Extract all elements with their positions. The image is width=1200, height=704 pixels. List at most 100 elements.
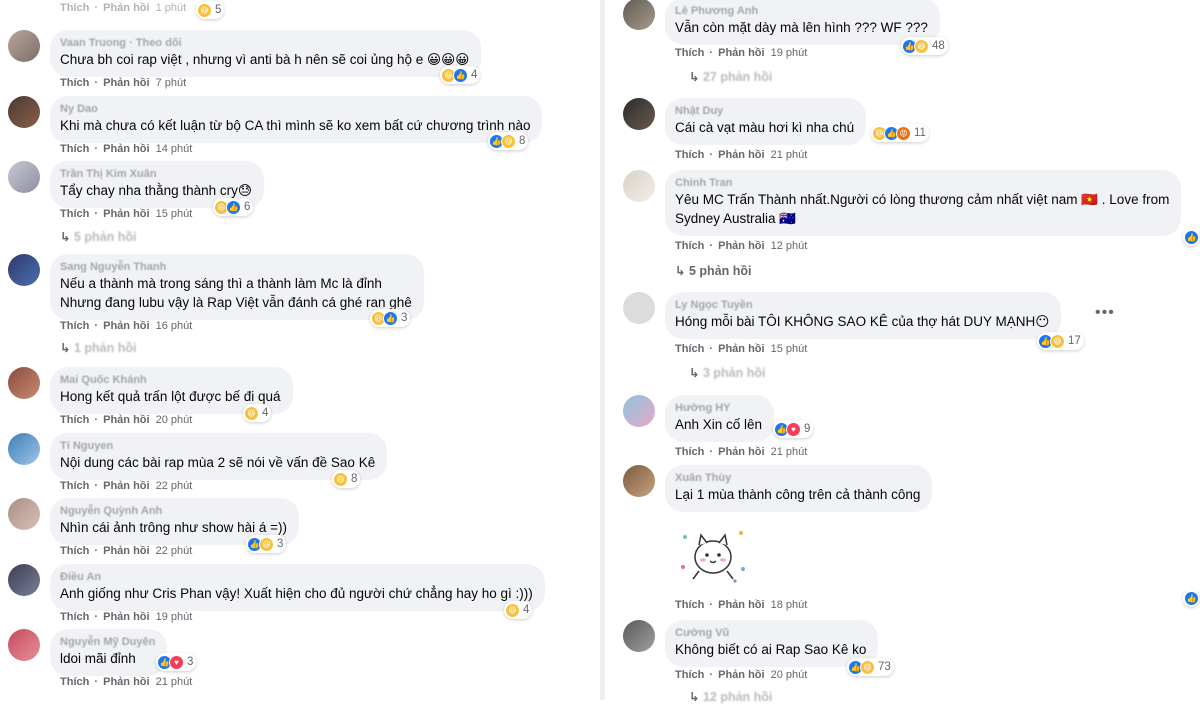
like-link[interactable]: Thích <box>60 143 89 155</box>
reply-link[interactable]: Phản hồi <box>718 240 764 252</box>
like-link[interactable]: Thích <box>675 240 704 252</box>
author-name[interactable]: Chinh Tran <box>675 176 1169 190</box>
like-link[interactable]: Thích <box>675 669 704 681</box>
reaction-count: 8 <box>519 135 526 147</box>
reaction-summary[interactable]: 😆 8 <box>332 470 361 488</box>
reaction-summary[interactable]: 😆 👍 3 <box>370 309 411 327</box>
like-link[interactable]: Thích <box>675 446 704 458</box>
avatar[interactable] <box>8 433 40 465</box>
reaction-summary[interactable]: 😆 👍 6 <box>213 198 254 216</box>
reply-link[interactable]: Phản hồi <box>103 480 149 492</box>
more-options-icon[interactable]: ••• <box>1095 304 1115 322</box>
reaction-summary[interactable]: 😆 👍 😡 11 <box>871 124 929 142</box>
left-comments-column: Thích · Phản hồi 1 phút 😆 5 Vaan Truong ·… <box>0 0 600 700</box>
like-link[interactable]: Thích <box>675 149 704 161</box>
reply-link[interactable]: Phản hồi <box>103 208 149 220</box>
reaction-summary[interactable]: 👍 😆 73 <box>847 658 894 676</box>
like-link[interactable]: Thích <box>60 208 89 220</box>
author-name[interactable]: Ny Dao <box>60 102 530 116</box>
like-link[interactable]: Thích <box>60 480 89 492</box>
reaction-summary[interactable]: 😆 4 <box>243 404 272 422</box>
reaction-summary[interactable]: 👍 <box>1183 228 1199 246</box>
avatar[interactable] <box>8 629 40 661</box>
avatar[interactable] <box>623 292 655 324</box>
reply-link[interactable]: Phản hồi <box>103 676 149 688</box>
author-name[interactable]: Nguyễn Quỳnh Anh <box>60 504 287 518</box>
avatar[interactable] <box>623 395 655 427</box>
avatar[interactable] <box>623 98 655 130</box>
view-replies-link[interactable]: ↳ 5 phản hồi <box>675 263 751 278</box>
reaction-summary[interactable]: 👍 😆 3 <box>246 535 287 553</box>
reply-link[interactable]: Phản hồi <box>103 2 149 14</box>
author-name[interactable]: Nguyễn Mỹ Duyên <box>60 635 155 649</box>
author-name[interactable]: Cường Vũ <box>675 626 866 640</box>
reaction-summary[interactable]: 👍 😆 17 <box>1037 332 1084 350</box>
reply-link[interactable]: Phản hồi <box>103 611 149 623</box>
reply-link[interactable]: Phản hồi <box>718 446 764 458</box>
view-replies-link[interactable]: ↳ 3 phản hồi <box>689 365 765 380</box>
reply-link[interactable]: Phản hồi <box>103 77 149 89</box>
reply-link[interactable]: Phản hồi <box>103 320 149 332</box>
avatar[interactable] <box>8 96 40 128</box>
reply-link[interactable]: Phản hồi <box>103 414 149 426</box>
like-link[interactable]: Thích <box>60 676 89 688</box>
reaction-summary[interactable]: 😆 5 <box>196 1 225 19</box>
author-name[interactable]: Sang Nguyễn Thanh <box>60 260 412 274</box>
author-name[interactable]: Hường HY <box>675 401 762 415</box>
avatar[interactable] <box>8 161 40 193</box>
avatar[interactable] <box>8 254 40 286</box>
like-link[interactable]: Thích <box>60 545 89 557</box>
like-link[interactable]: Thích <box>60 320 89 332</box>
reaction-summary[interactable]: 👍 😆 48 <box>901 37 948 55</box>
comment-text: ldoi mãi đỉnh <box>60 651 136 666</box>
haha-reaction-icon: 😆 <box>333 471 348 487</box>
avatar[interactable] <box>8 498 40 530</box>
timestamp: 22 phút <box>155 545 193 557</box>
avatar[interactable] <box>623 170 655 202</box>
like-link[interactable]: Thích <box>60 2 89 14</box>
author-name[interactable]: Điều An <box>60 570 533 584</box>
reaction-summary[interactable]: 👍 <box>1183 589 1199 607</box>
reaction-summary[interactable]: 😆 👍 4 <box>440 66 481 84</box>
reaction-summary[interactable]: 👍 ♥ 3 <box>156 653 197 671</box>
author-name[interactable]: Ly Ngọc Tuyền <box>675 298 1049 312</box>
comment-actions: Thích · Phản hồi 22 phút <box>60 545 193 557</box>
reply-link[interactable]: Phản hồi <box>718 343 764 355</box>
like-link[interactable]: Thích <box>60 611 89 623</box>
author-name[interactable]: Nhật Duy <box>675 104 854 118</box>
avatar[interactable] <box>623 0 655 30</box>
avatar[interactable] <box>8 564 40 596</box>
author-name[interactable]: Trần Thị Kim Xuân <box>60 167 252 181</box>
view-replies-link[interactable]: ↳ 27 phản hồi <box>689 69 772 84</box>
author-name[interactable]: Lê Phương Anh <box>675 4 928 18</box>
avatar[interactable] <box>8 30 40 62</box>
like-link[interactable]: Thích <box>60 77 89 89</box>
avatar[interactable] <box>623 620 655 652</box>
author-name[interactable]: Tí Nguyen <box>60 439 375 453</box>
reply-link[interactable]: Phản hồi <box>718 599 764 611</box>
like-link[interactable]: Thích <box>675 47 704 59</box>
reaction-count: 3 <box>277 538 284 550</box>
author-name[interactable]: Vaan Truong · Theo dõi <box>60 36 469 50</box>
reply-link[interactable]: Phản hồi <box>718 149 764 161</box>
reply-link[interactable]: Phản hồi <box>103 143 149 155</box>
view-replies-link[interactable]: ↳ 1 phản hồi <box>60 340 136 355</box>
like-link[interactable]: Thích <box>675 343 704 355</box>
avatar[interactable] <box>8 367 40 399</box>
view-replies-link[interactable]: ↳ 5 phản hồi <box>60 229 136 244</box>
reply-link[interactable]: Phản hồi <box>718 669 764 681</box>
like-link[interactable]: Thích <box>675 599 704 611</box>
comment-actions: Thích · Phản hồi 1 phút <box>60 2 187 14</box>
reaction-summary[interactable]: 😆 4 <box>504 601 533 619</box>
reply-link[interactable]: Phản hồi <box>718 47 764 59</box>
like-link[interactable]: Thích <box>60 414 89 426</box>
comment-bubble: Nhật Duy Cái cà vạt màu hơi kì nha chú <box>665 98 867 145</box>
author-name[interactable]: Xuân Thùy <box>675 471 920 485</box>
avatar[interactable] <box>623 465 655 497</box>
author-name[interactable]: Mai Quốc Khánh <box>60 373 281 387</box>
haha-reaction-icon: 😆 <box>860 659 875 675</box>
view-replies-link[interactable]: ↳ 12 phản hồi <box>689 689 772 704</box>
reaction-summary[interactable]: 👍 ♥ 9 <box>773 420 814 438</box>
reaction-summary[interactable]: 👍 😆 8 <box>488 132 529 150</box>
reply-link[interactable]: Phản hồi <box>103 545 149 557</box>
